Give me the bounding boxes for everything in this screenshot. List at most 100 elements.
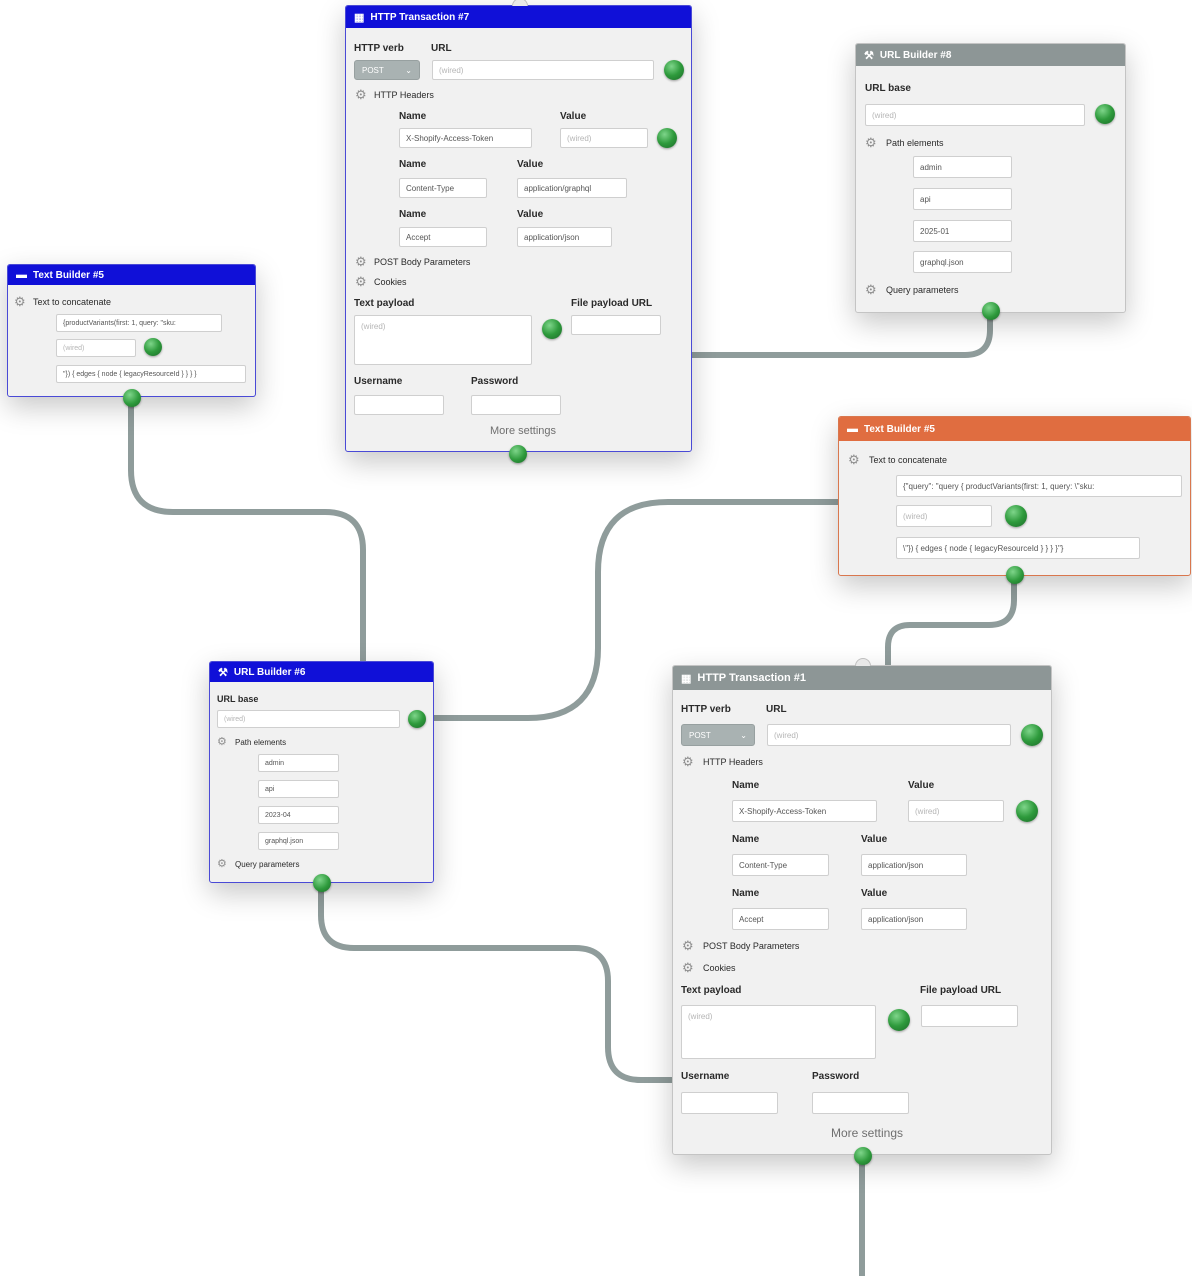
node-header[interactable]: ▦ HTTP Transaction #1 [673,666,1051,690]
gear-icon[interactable]: ⚙ [355,255,367,268]
chevron-down-icon: ⌄ [405,65,412,75]
header-name-input[interactable]: X-Shopify-Access-Token [399,128,532,148]
text-part-wired-input[interactable]: (wired) [896,505,992,527]
path-element-input[interactable]: graphql.json [258,832,339,850]
output-port[interactable] [1006,566,1024,584]
url-input[interactable]: (wired) [767,724,1011,746]
gear-icon[interactable]: ⚙ [217,736,227,749]
text-part-value: {"query": "query { productVariants(first… [903,481,1095,491]
path-element-input[interactable]: api [258,780,339,798]
text-part-input[interactable]: {productVariants(first: 1, query: "sku: [56,314,222,332]
http-transaction-node-1[interactable]: ▦ HTTP Transaction #1 HTTP verb URL POST… [672,658,1052,1165]
password-input[interactable] [812,1092,909,1114]
more-settings-link[interactable]: More settings [831,1126,903,1140]
header-value-input[interactable]: application/json [861,854,967,876]
header-value-value: application/graphql [524,183,592,193]
path-element-input[interactable]: graphql.json [913,251,1012,273]
url-base-placeholder: (wired) [224,715,246,723]
http-headers-label: HTTP Headers [374,90,434,100]
node-header[interactable]: ▦ HTTP Transaction #7 [346,6,691,28]
header-name-value: Content-Type [406,183,455,193]
output-port[interactable] [123,389,141,407]
path-element-value: 2025-01 [920,226,950,236]
header-value-value: application/json [868,914,924,924]
node-header[interactable]: ⚒ URL Builder #6 [210,662,433,682]
node-header[interactable]: ▬ Text Builder #5 [8,265,255,285]
gear-icon[interactable]: ⚙ [848,453,860,466]
http-transaction-node-7[interactable]: ▦ HTTP Transaction #7 HTTP verb URL POST… [345,0,692,463]
text-payload-label: Text payload [354,298,415,309]
password-input[interactable] [471,395,561,415]
url-builder-node-6[interactable]: ⚒ URL Builder #6 URL base (wired) ⚙ Path… [209,661,434,892]
output-port[interactable] [854,1147,872,1165]
node-title: Text Builder #5 [33,269,104,281]
text-payload-input[interactable]: (wired) [354,315,532,365]
header-name-input[interactable]: X-Shopify-Access-Token [732,800,877,822]
gear-icon[interactable]: ⚙ [355,275,367,288]
gear-icon[interactable]: ⚙ [682,939,694,952]
header-name-input[interactable]: Accept [732,908,829,930]
url-base-port[interactable] [408,710,426,728]
file-payload-url-input[interactable] [921,1005,1018,1027]
gear-icon[interactable]: ⚙ [14,295,26,308]
text-part-value: \"}) { edges { node { legacyResourceId }… [903,543,1064,553]
header-value-port[interactable] [657,128,677,148]
header-name-input[interactable]: Content-Type [399,178,487,198]
text-part-input[interactable]: {"query": "query { productVariants(first… [896,475,1182,497]
output-port[interactable] [313,874,331,892]
text-part-wired-input[interactable]: (wired) [56,339,136,357]
wire-url6-to-http1 [318,879,675,1083]
header-value-input[interactable]: (wired) [560,128,648,148]
header-name-input[interactable]: Content-Type [732,854,829,876]
text-part-input[interactable]: "}) { edges { node { legacyResourceId } … [56,365,246,383]
http-verb-label: HTTP verb [354,43,404,54]
url-input[interactable]: (wired) [432,60,654,80]
text-builder-node-left[interactable]: ▬ Text Builder #5 ⚙ Text to concatenate … [7,264,256,407]
gear-icon[interactable]: ⚙ [865,283,877,296]
header-value-port[interactable] [1016,800,1038,822]
node-header[interactable]: ▬ Text Builder #5 [839,417,1190,441]
gear-icon[interactable]: ⚙ [355,88,367,101]
header-value-input[interactable]: (wired) [908,800,1004,822]
output-port[interactable] [982,302,1000,320]
gear-icon[interactable]: ⚙ [682,755,694,768]
http-verb-select[interactable]: POST ⌄ [354,60,420,80]
url-input-port[interactable] [1021,724,1043,746]
url-base-port[interactable] [1095,104,1115,124]
path-element-input[interactable]: api [913,188,1012,210]
header-name-input[interactable]: Accept [399,227,487,247]
gear-icon[interactable]: ⚙ [865,136,877,149]
path-element-input[interactable]: 2023-04 [258,806,339,824]
text-builder-node-5[interactable]: ▬ Text Builder #5 ⚙ Text to concatenate … [838,416,1191,584]
more-settings-link[interactable]: More settings [490,425,556,437]
header-value-input[interactable]: application/json [517,227,612,247]
path-element-input[interactable]: admin [913,156,1012,178]
post-body-parameters-label: POST Body Parameters [374,257,471,267]
header-value-input[interactable]: application/graphql [517,178,627,198]
text-payload-port[interactable] [888,1009,910,1031]
header-name-label: Name [399,159,427,170]
path-element-input[interactable]: 2025-01 [913,220,1012,242]
header-name-label: Name [399,111,427,122]
username-input[interactable] [354,395,444,415]
path-element-value: graphql.json [265,837,304,845]
url-base-input[interactable]: (wired) [865,104,1085,126]
text-part-port[interactable] [1005,505,1027,527]
text-payload-port[interactable] [542,319,562,339]
http-verb-select[interactable]: POST ⌄ [681,724,755,746]
gear-icon[interactable]: ⚙ [682,961,694,974]
username-input[interactable] [681,1092,778,1114]
header-value-input[interactable]: application/json [861,908,967,930]
output-port[interactable] [509,445,527,463]
node-header[interactable]: ⚒ URL Builder #8 [856,44,1125,66]
url-input-port[interactable] [664,60,684,80]
gear-icon[interactable]: ⚙ [217,858,227,871]
file-payload-url-input[interactable] [571,315,661,335]
text-payload-input[interactable]: (wired) [681,1005,876,1059]
text-part-input[interactable]: \"}) { edges { node { legacyResourceId }… [896,537,1140,559]
text-part-port[interactable] [144,338,162,356]
path-element-input[interactable]: admin [258,754,339,772]
url-base-input[interactable]: (wired) [217,710,400,728]
url-builder-node-8[interactable]: ⚒ URL Builder #8 URL base (wired) ⚙ Path… [855,43,1126,320]
header-name-label: Name [732,780,760,791]
